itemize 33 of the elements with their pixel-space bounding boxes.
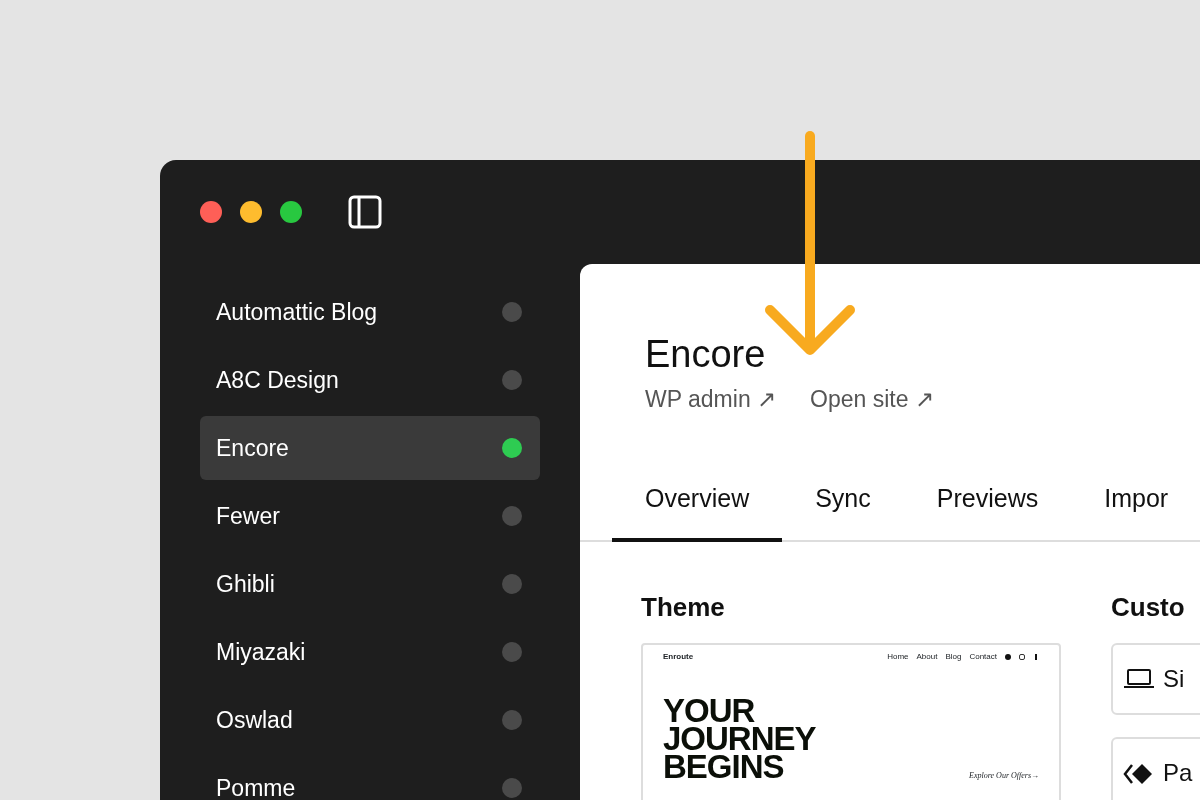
preview-nav-item: Blog bbox=[945, 650, 962, 663]
section-heading: Theme bbox=[641, 590, 726, 624]
tab[interactable]: Sync bbox=[782, 468, 904, 542]
customize-button[interactable]: Si bbox=[1111, 642, 1200, 715]
site-item[interactable]: Ghibli bbox=[200, 552, 540, 616]
site-item[interactable]: Miyazaki bbox=[200, 620, 540, 684]
social-icon bbox=[1005, 653, 1011, 660]
customize-button[interactable]: Pa bbox=[1111, 736, 1200, 800]
preview-nav-item: About bbox=[916, 650, 938, 663]
site-item[interactable]: Fewer bbox=[200, 484, 540, 548]
theme-preview[interactable]: Enroute Home About Blog Contact YOUR JOURNEY BEGINS Explore Our Offers→ bbox=[641, 642, 1061, 800]
section-heading: Custo bbox=[1111, 590, 1186, 624]
preview-nav-item: Contact bbox=[969, 650, 997, 663]
external-link[interactable]: Open site ↗ bbox=[810, 381, 934, 417]
preview-link: Explore Our Offers→ bbox=[969, 769, 1039, 782]
preview-nav-item: Home bbox=[887, 650, 909, 663]
social-icon bbox=[1019, 653, 1025, 660]
maximize-button[interactable] bbox=[280, 201, 302, 223]
site-item[interactable]: Encore bbox=[200, 416, 540, 480]
tab[interactable]: Overview bbox=[612, 468, 783, 542]
external-link[interactable]: WP admin ↗ bbox=[645, 381, 777, 417]
sidebar-toggle-icon[interactable] bbox=[348, 195, 382, 229]
tab[interactable]: Impor bbox=[1071, 468, 1200, 542]
preview-headline: YOUR JOURNEY BEGINS bbox=[663, 696, 817, 782]
site-title: Encore bbox=[644, 332, 767, 377]
site-item[interactable]: Oswlad bbox=[200, 688, 540, 752]
preview-logo: Enroute bbox=[663, 650, 694, 663]
site-item[interactable]: Automattic Blog bbox=[200, 280, 540, 344]
minimize-button[interactable] bbox=[240, 201, 262, 223]
tab[interactable]: Previews bbox=[903, 468, 1072, 542]
site-item[interactable]: Pomme bbox=[200, 756, 540, 800]
site-item[interactable]: A8C Design bbox=[200, 348, 540, 412]
close-button[interactable] bbox=[200, 201, 222, 223]
